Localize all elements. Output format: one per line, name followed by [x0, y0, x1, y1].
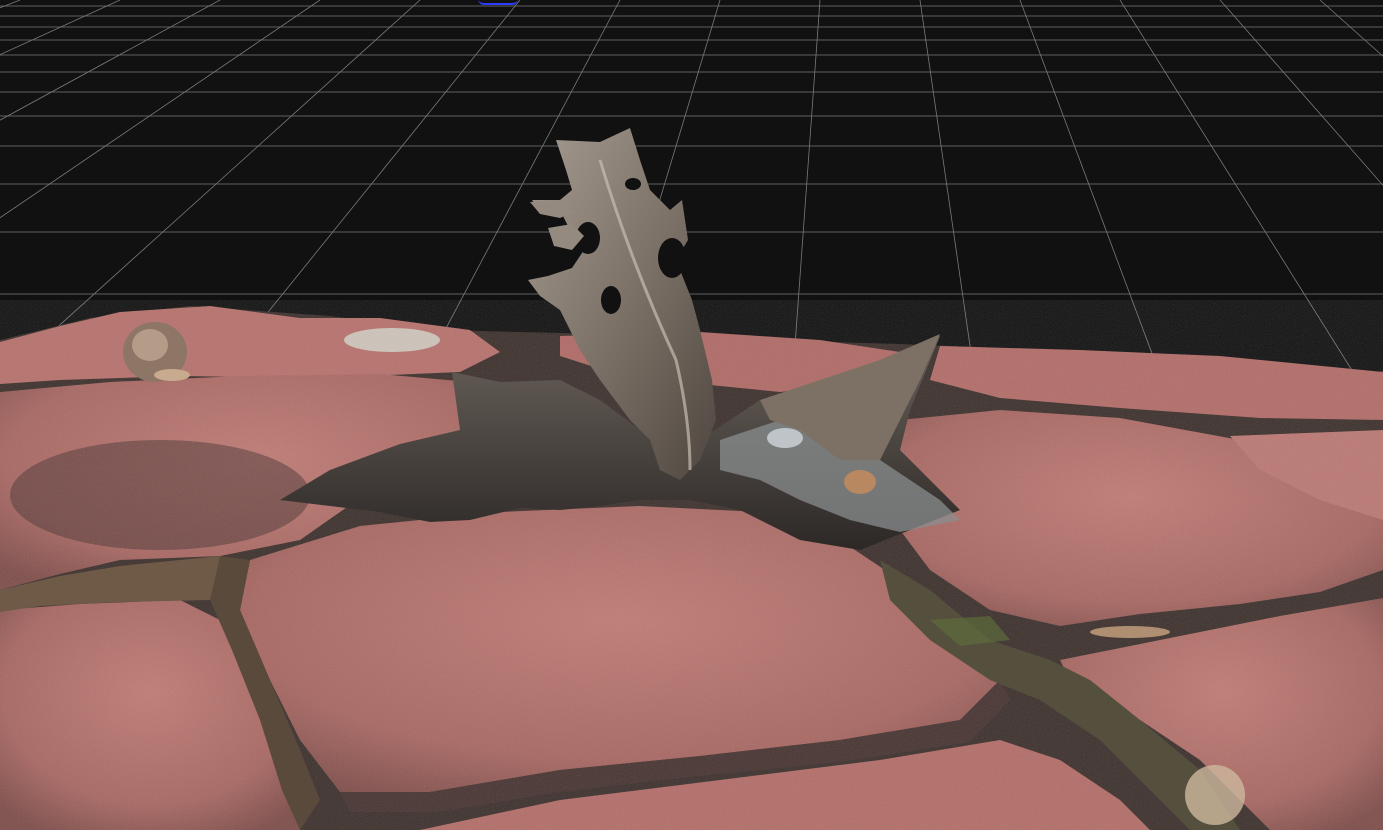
leaf-hole-2: [658, 238, 686, 278]
leaf-hole-3: [601, 286, 621, 314]
pale-stone-patch: [344, 328, 440, 352]
view-gizmo-marker[interactable]: [478, 0, 518, 5]
viewport-canvas[interactable]: [0, 0, 1383, 830]
3d-viewport[interactable]: [0, 0, 1383, 830]
leaf-hole-1: [625, 178, 641, 190]
